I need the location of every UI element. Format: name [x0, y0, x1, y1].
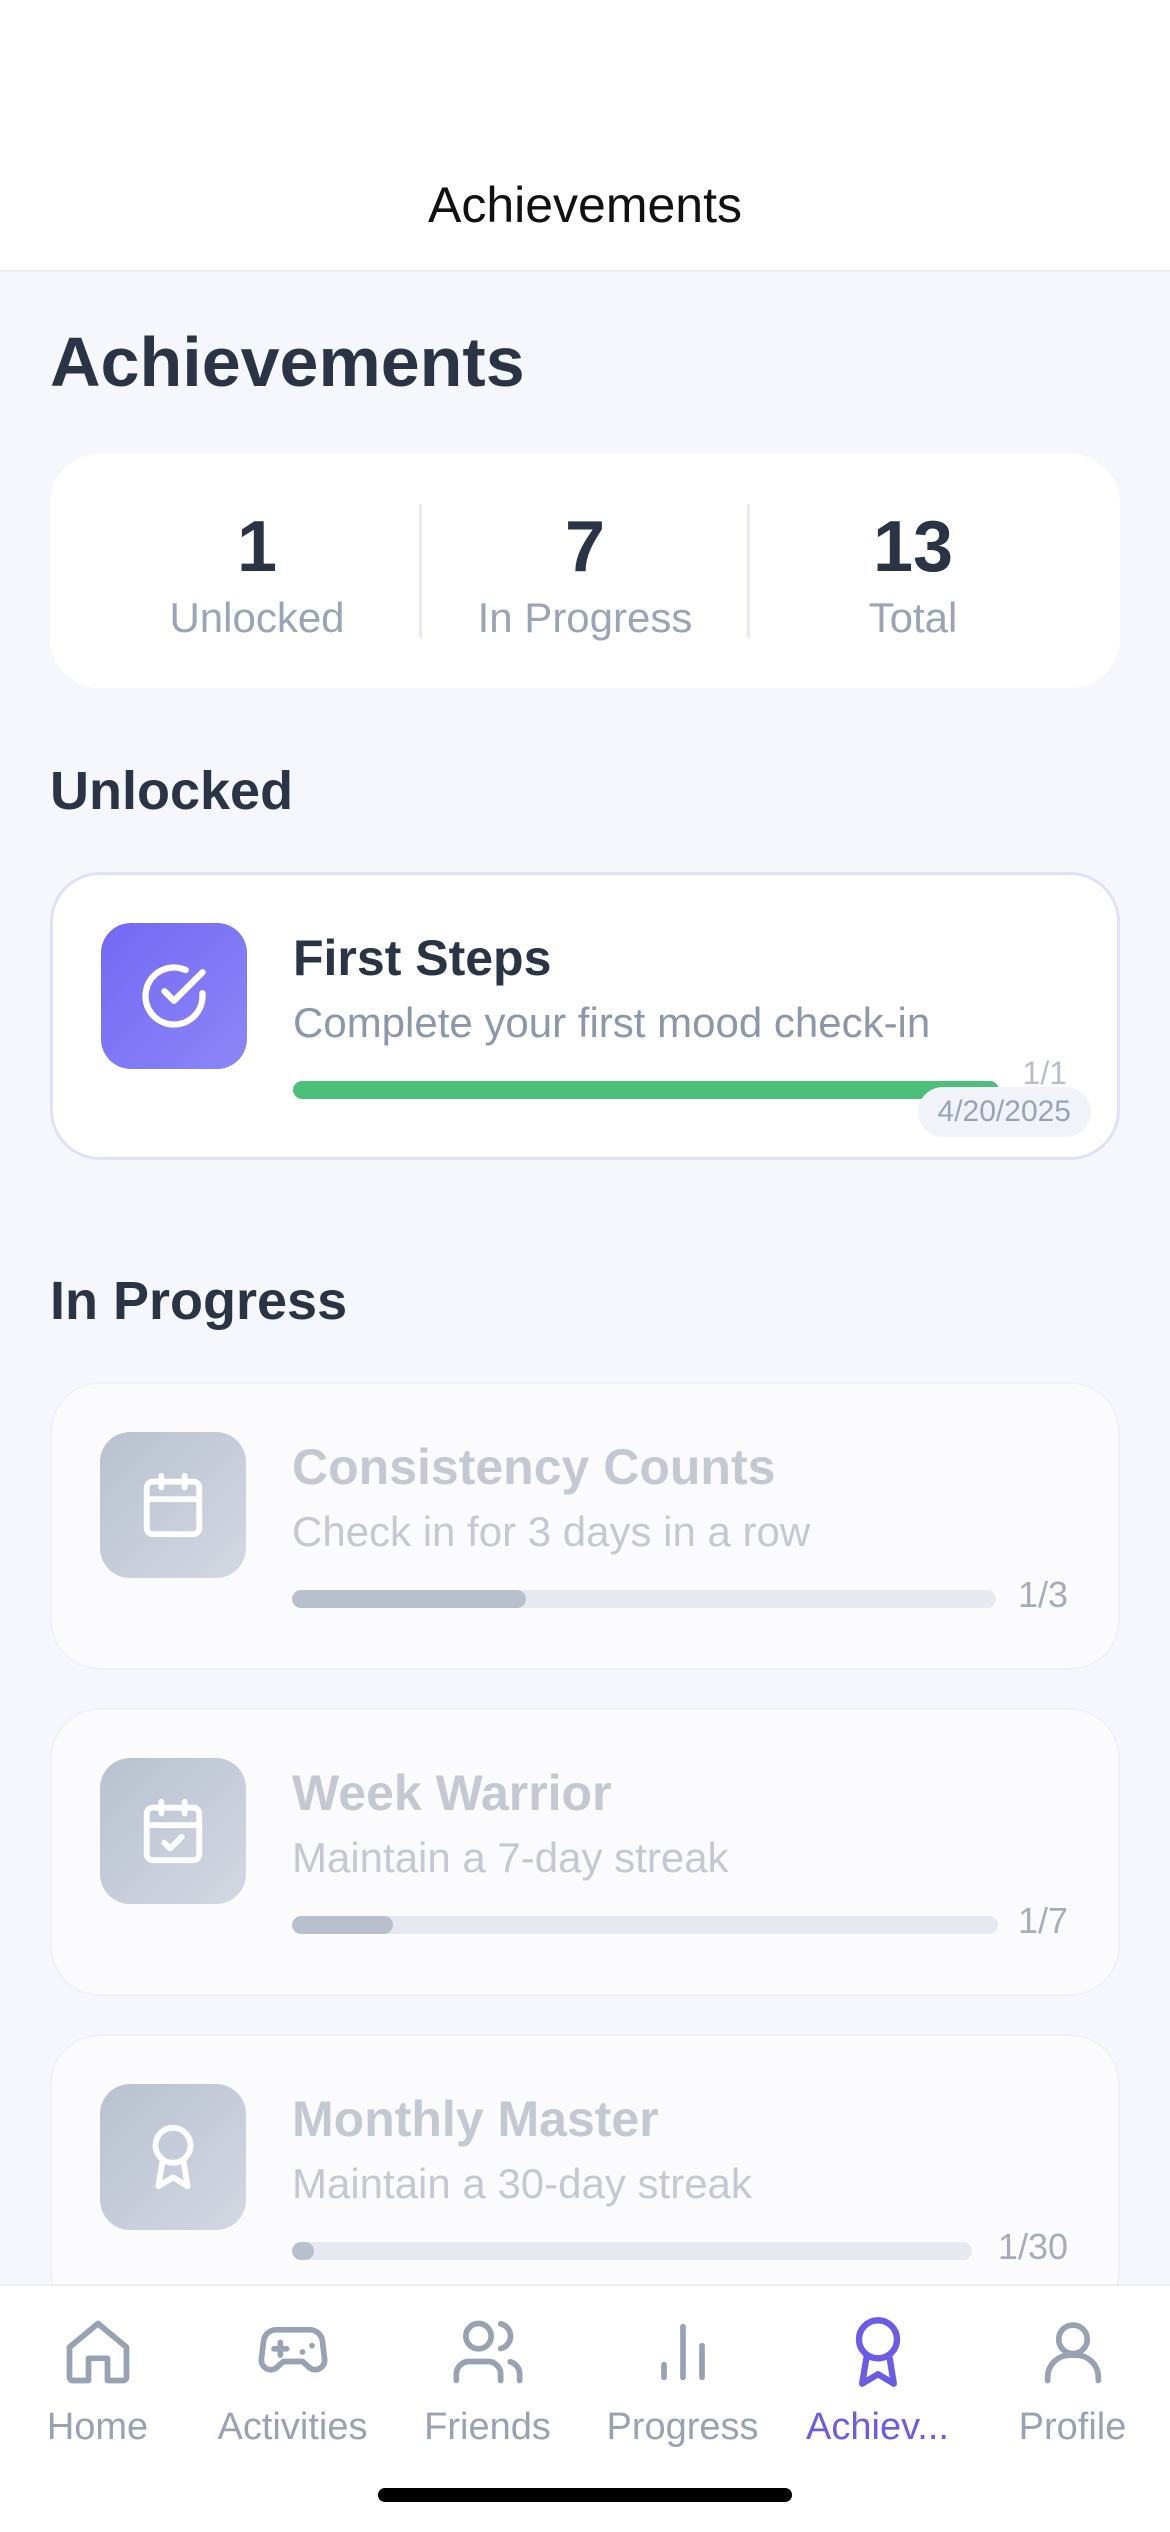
nav-title: Achievements — [427, 177, 743, 233]
achievement-name: First Steps — [293, 930, 552, 986]
achievement-name: Consistency Counts — [292, 1439, 776, 1495]
calendar-icon — [100, 1432, 246, 1578]
scroll-content[interactable]: Achievements 1 Unlocked 7 In Progress 13… — [0, 272, 1170, 2284]
progress-count: 1/3 — [1017, 1574, 1068, 1615]
stat-value: 1 — [236, 507, 278, 587]
stat-label: Total — [868, 594, 958, 641]
achievement-card-consistency-counts[interactable]: Consistency Counts Check in for 3 days i… — [50, 1382, 1120, 1670]
progress-bar — [292, 1916, 998, 1934]
tab-label: Progress — [606, 2406, 759, 2448]
progress-count: 1/7 — [1017, 1900, 1068, 1941]
progress-bar — [292, 2242, 972, 2260]
achievement-card-monthly-master[interactable]: Monthly Master Maintain a 30-day streak … — [50, 2034, 1120, 2284]
section-title-in-progress: In Progress — [50, 1271, 348, 1331]
stat-in-progress: 7 In Progress — [422, 454, 748, 688]
calendar-check-icon — [100, 1758, 246, 1904]
summary-card: 1 Unlocked 7 In Progress 13 Total — [50, 454, 1120, 688]
home-indicator — [378, 2488, 792, 2502]
achievements-screen: Achievements Achievements 1 Unlocked 7 I… — [0, 0, 1170, 2532]
bar-chart-icon — [661, 2323, 705, 2381]
tab-profile[interactable]: Profile — [975, 2306, 1170, 2466]
tab-achievements[interactable]: Achiev... — [780, 2306, 975, 2466]
progress-fill — [292, 2242, 315, 2260]
progress-fill — [292, 1916, 393, 1934]
stat-unlocked: 1 Unlocked — [94, 454, 420, 688]
gamepad-icon — [258, 2326, 328, 2373]
award-icon — [100, 2084, 246, 2230]
tab-progress[interactable]: Progress — [585, 2306, 780, 2466]
achievement-description: Check in for 3 days in a row — [292, 1508, 811, 1555]
tab-label: Home — [46, 2406, 149, 2448]
achievement-name: Monthly Master — [292, 2091, 659, 2147]
achievement-card-week-warrior[interactable]: Week Warrior Maintain a 7-day streak 1/7 — [50, 1708, 1120, 1996]
unlocked-date-badge: 4/20/2025 — [917, 1087, 1091, 1137]
progress-fill — [292, 1590, 527, 1608]
progress-fill — [293, 1081, 999, 1099]
check-circle-icon — [101, 923, 247, 1069]
tab-label: Friends — [424, 2406, 551, 2448]
tab-activities[interactable]: Activities — [195, 2306, 390, 2466]
stat-value: 7 — [564, 507, 606, 587]
section-title-unlocked: Unlocked — [50, 761, 294, 821]
achievement-description: Complete your first mood check-in — [293, 999, 931, 1046]
tab-label: Achiev... — [806, 2406, 949, 2448]
stat-total: 13 Total — [750, 454, 1076, 688]
achievement-description: Maintain a 30-day streak — [292, 2160, 752, 2207]
users-icon — [453, 2320, 523, 2384]
progress-bar — [292, 1590, 996, 1608]
tab-home[interactable]: Home — [0, 2306, 195, 2466]
achievement-name: Week Warrior — [292, 1765, 612, 1821]
stat-value: 13 — [872, 507, 954, 587]
award-icon — [855, 2317, 901, 2387]
tab-friends[interactable]: Friends — [390, 2306, 585, 2466]
achievement-description: Maintain a 7-day streak — [292, 1834, 729, 1881]
progress-bar — [293, 1081, 999, 1099]
achievement-card-first-steps[interactable]: First Steps Complete your first mood che… — [50, 872, 1120, 1160]
user-icon — [1044, 2322, 1102, 2384]
stat-label: In Progress — [477, 594, 693, 641]
progress-count: 1/30 — [997, 2226, 1068, 2267]
tab-label: Profile — [1018, 2406, 1127, 2448]
stat-label: Unlocked — [169, 594, 345, 641]
page-title: Achievements — [50, 323, 525, 401]
navigation-bar: Achievements — [0, 0, 1170, 272]
tab-label: Activities — [217, 2406, 368, 2448]
home-icon — [66, 2320, 130, 2384]
